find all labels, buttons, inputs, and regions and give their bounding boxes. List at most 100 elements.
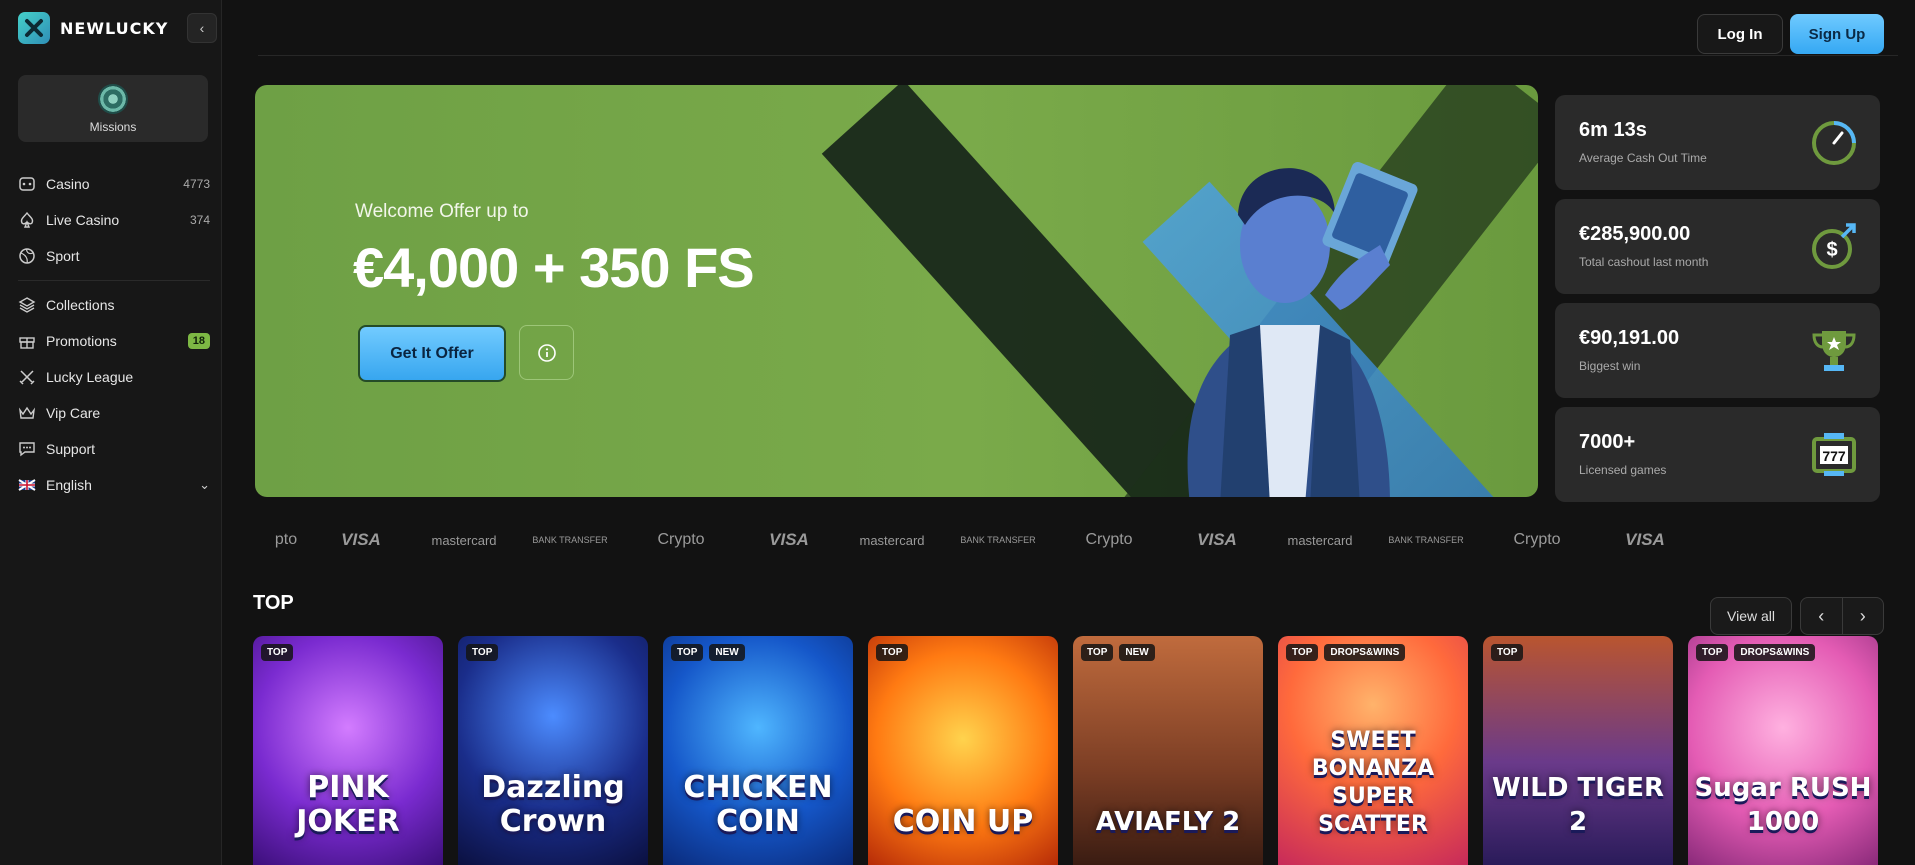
game-tag: DROPS&WINS (1734, 644, 1816, 661)
sidebar-item-live-casino[interactable]: Live Casino 374 (18, 202, 210, 238)
stat-value: €285,900.00 (1579, 223, 1691, 245)
sidebar-nav-main: Casino 4773 Live Casino 374 Sport Collec… (18, 166, 210, 503)
dollar-arrow-icon: $ (1812, 223, 1856, 269)
offer-info-button[interactable] (519, 325, 574, 380)
stat-card-total-cashout: €285,900.00 Total cashout last month $ (1555, 199, 1880, 294)
game-tag: TOP (1286, 644, 1319, 661)
chevron-down-icon: ⌄ (199, 477, 210, 492)
game-tag: DROPS&WINS (1324, 644, 1406, 661)
game-tag: TOP (1081, 644, 1114, 661)
spade-icon (20, 211, 34, 228)
chevron-left-icon: ‹ (199, 20, 205, 36)
stat-value: 7000+ (1579, 431, 1636, 453)
clover-logo-icon (18, 12, 50, 44)
brand-name: NEWLUCKY (60, 18, 169, 38)
visa-logo: VISA (769, 530, 809, 549)
sidebar-item-count: 4773 (183, 177, 210, 191)
bank-transfer-logo: BANK TRANSFER (960, 535, 1036, 545)
game-title: Dazzling Crown (481, 770, 625, 839)
info-icon (537, 343, 556, 362)
missions-button[interactable]: Missions (18, 75, 208, 142)
sidebar-item-label: Support (46, 441, 96, 457)
game-tag: TOP (1491, 644, 1524, 661)
game-card[interactable]: TOP Dazzling Crown (458, 636, 648, 865)
stat-value: €90,191.00 (1579, 327, 1680, 349)
mastercard-logo: mastercard (1287, 532, 1353, 548)
stat-label: Biggest win (1579, 359, 1641, 373)
bank-transfer-logo: BANK TRANSFER (1388, 535, 1464, 545)
game-tag: TOP (466, 644, 499, 661)
collapse-sidebar-button[interactable]: ‹ (187, 13, 217, 43)
chat-icon (19, 442, 35, 457)
sidebar-item-sport[interactable]: Sport (18, 238, 210, 274)
crown-icon (18, 406, 36, 419)
game-title: CHICKEN COIN (683, 770, 833, 839)
visa-logo: VISA (1625, 530, 1665, 549)
carousel-next-button[interactable]: › (1841, 598, 1884, 634)
banner-subtitle: Welcome Offer up to (355, 201, 529, 222)
gift-icon (19, 337, 35, 349)
sidebar-item-promotions[interactable]: Promotions 18 (18, 323, 210, 359)
game-card[interactable]: TOP DROPS&WINS Sugar RUSH 1000 (1688, 636, 1878, 865)
crypto-logo: Crypto (657, 531, 705, 548)
game-card[interactable]: TOP NEW CHICKEN COIN (663, 636, 853, 865)
banner-title: €4,000 + 350 FS (353, 236, 755, 299)
casino-icon (19, 177, 35, 191)
carousel-prev-button[interactable]: ‹ (1801, 598, 1842, 634)
game-card[interactable]: TOP PINK JOKER (253, 636, 443, 865)
visa-logo: VISA (1197, 530, 1237, 549)
game-card[interactable]: TOP DROPS&WINS SWEET BONANZA SUPER SCATTE… (1278, 636, 1468, 865)
stat-card-biggest-win: €90,191.00 Biggest win (1555, 303, 1880, 398)
sidebar-item-casino[interactable]: Casino 4773 (18, 166, 210, 202)
view-all-button[interactable]: View all (1710, 597, 1792, 635)
payment-methods-strip: pto VISA mastercard BANK TRANSFER Crypto… (258, 520, 1888, 560)
signup-button[interactable]: Sign Up (1790, 14, 1884, 54)
trophy-icon (1812, 331, 1856, 371)
stat-card-cashout-time: 6m 13s Average Cash Out Time (1555, 95, 1880, 190)
game-title: SWEET BONANZA SUPER SCATTER (1311, 728, 1435, 837)
game-tag: TOP (261, 644, 294, 661)
game-card[interactable]: TOP COIN UP (868, 636, 1058, 865)
sidebar-item-lucky-league[interactable]: Lucky League (18, 359, 210, 395)
language-selector[interactable]: English ⌄ (18, 467, 210, 503)
slot-777-icon: 777 (1812, 433, 1856, 476)
sidebar-item-count: 374 (189, 213, 210, 227)
stat-card-licensed-games: 7000+ Licensed games 777 (1555, 407, 1880, 502)
sidebar-item-collections[interactable]: Collections (18, 287, 210, 323)
stat-label: Total cashout last month (1579, 255, 1709, 269)
sidebar-divider (18, 280, 210, 281)
game-title: AVIAFLY 2 (1095, 807, 1241, 837)
game-tag: NEW (709, 644, 745, 661)
game-title: PINK JOKER (296, 770, 400, 839)
header-divider (258, 55, 1898, 56)
sidebar: NEWLUCKY ‹ Missions Casino 4773 Live Cas… (0, 0, 222, 865)
ball-icon (19, 248, 35, 264)
sidebar-item-label: Lucky League (46, 369, 134, 385)
svg-text:$: $ (1826, 239, 1837, 261)
brand-logo[interactable]: NEWLUCKY (18, 12, 168, 44)
get-offer-button[interactable]: Get It Offer (358, 325, 506, 382)
game-card[interactable]: TOP NEW AVIAFLY 2 (1073, 636, 1263, 865)
welcome-offer-banner[interactable]: Welcome Offer up to €4,000 + 350 FS Get … (255, 85, 1538, 497)
mastercard-logo: mastercard (431, 532, 497, 548)
banner-character-illustration (1187, 161, 1418, 497)
sidebar-item-vip-care[interactable]: Vip Care (18, 395, 210, 431)
promotions-count-badge: 18 (187, 333, 210, 349)
game-title: WILD TIGER 2 (1491, 773, 1665, 837)
sidebar-item-label: Live Casino (46, 212, 120, 228)
login-button[interactable]: Log In (1697, 14, 1783, 54)
swords-icon (19, 370, 35, 385)
crypto-logo: pto (274, 531, 298, 548)
target-icon (98, 83, 128, 114)
stat-label: Licensed games (1579, 463, 1667, 477)
sidebar-item-label: Collections (46, 297, 115, 313)
mastercard-logo: mastercard (859, 532, 925, 548)
game-card[interactable]: TOP WILD TIGER 2 (1483, 636, 1673, 865)
game-tag: TOP (876, 644, 909, 661)
game-tag: TOP (671, 644, 704, 661)
stat-value: 6m 13s (1579, 119, 1647, 141)
carousel-nav: ‹ › (1800, 597, 1884, 635)
bank-transfer-logo: BANK TRANSFER (532, 535, 608, 545)
missions-label: Missions (89, 119, 137, 134)
sidebar-item-support[interactable]: Support (18, 431, 210, 467)
